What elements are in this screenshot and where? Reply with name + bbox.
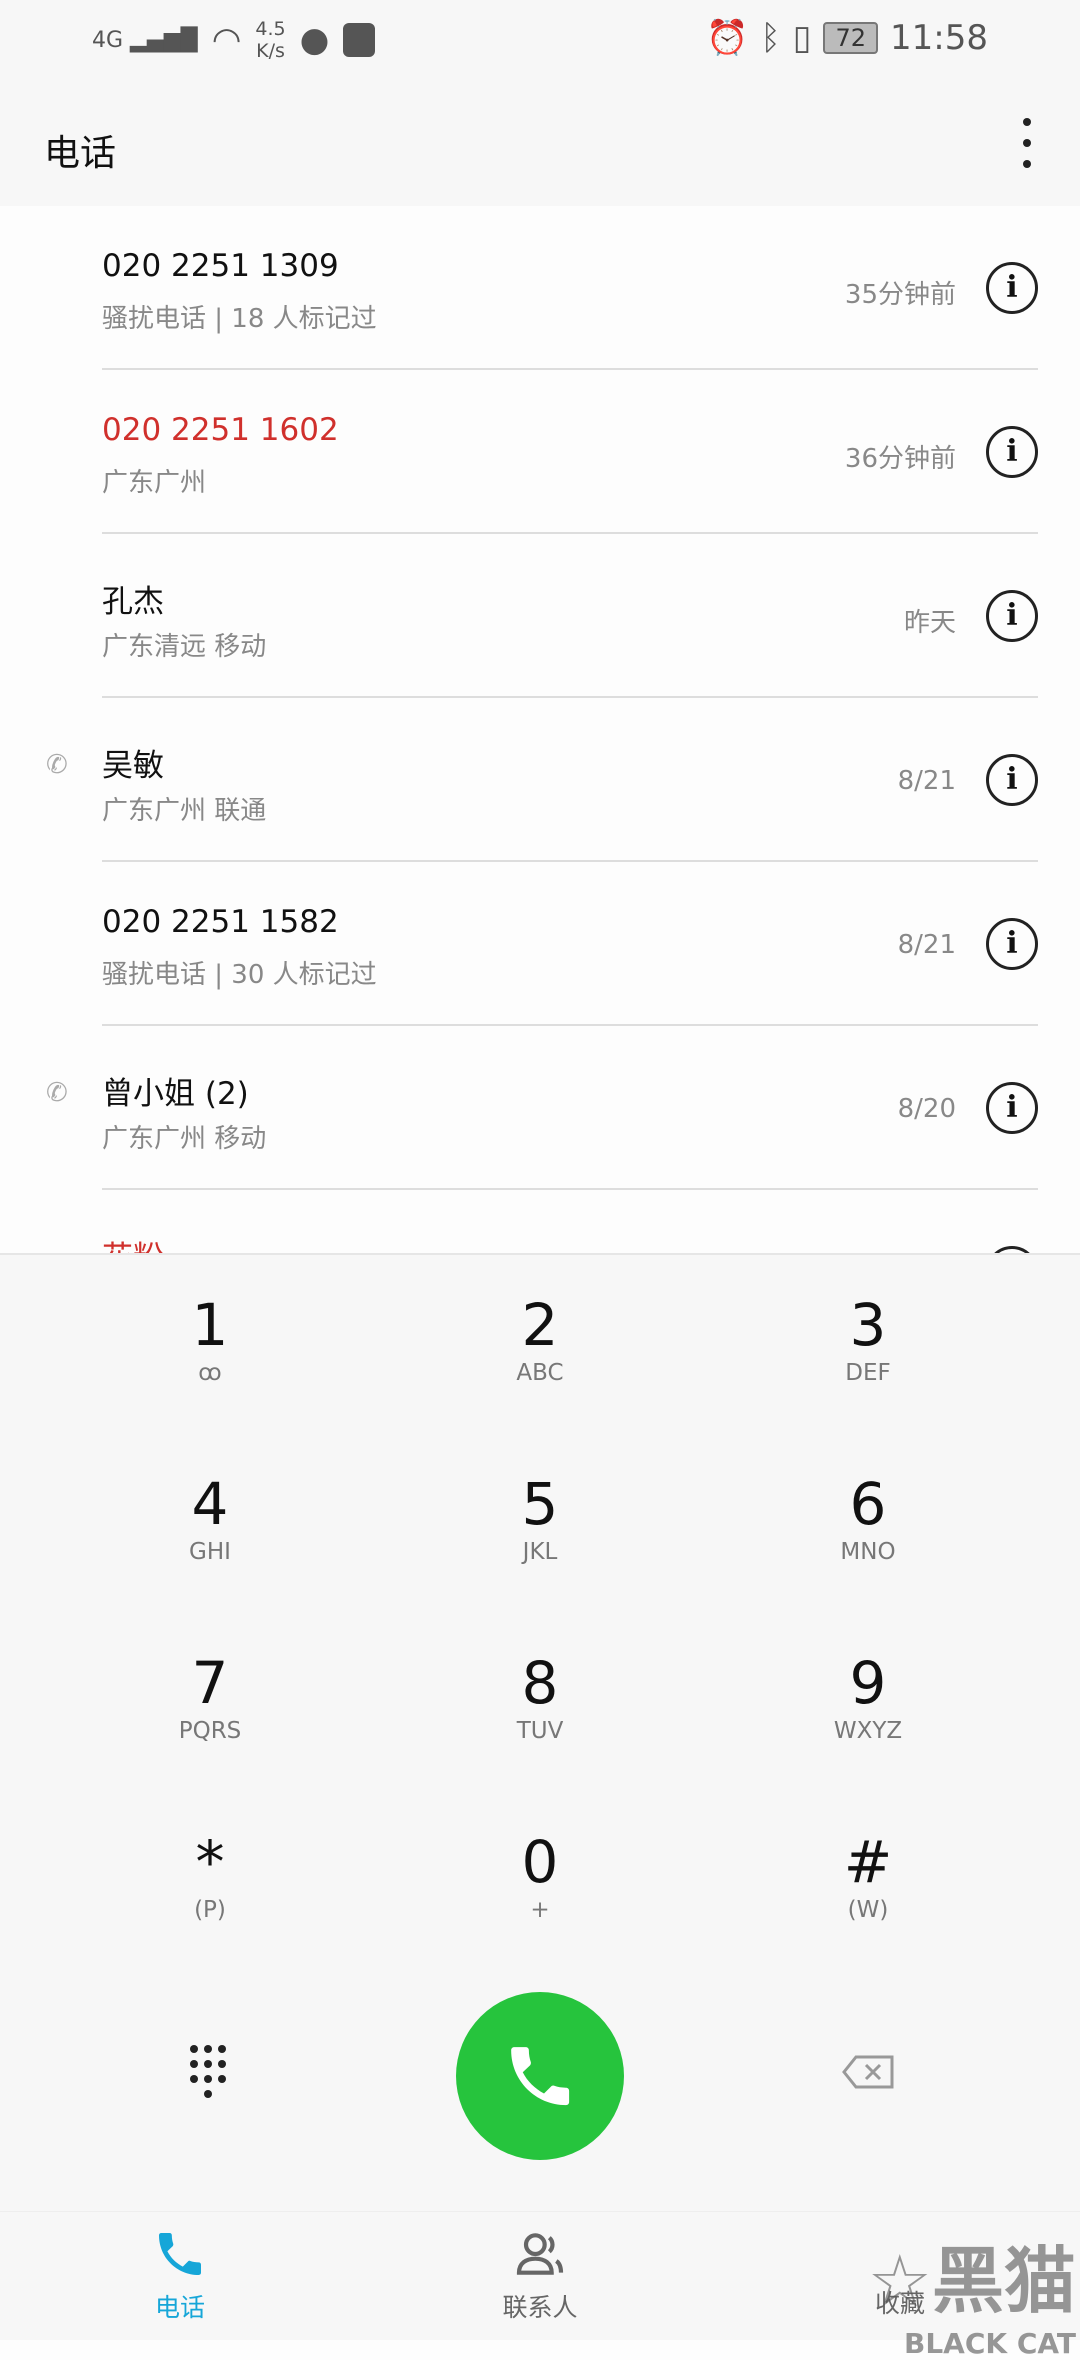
caller-detail: 骚扰电话 | 30 人标记过	[102, 960, 377, 990]
call-log-list[interactable]: 020 2251 1309 骚扰电话 | 18 人标记过 35分钟前 i 020 225…	[0, 206, 1080, 1253]
battery-icon: 72	[823, 22, 879, 54]
tab-contacts[interactable]: 联系人	[440, 2226, 640, 2324]
info-icon[interactable]: i	[986, 426, 1038, 478]
call-time: 8/21	[897, 766, 956, 796]
dial-key-*[interactable]: * (P)	[60, 1827, 360, 1997]
key-digit: 4	[191, 1470, 229, 1538]
watermark-logo: ☆黑猫 BLACK CAT	[867, 2239, 1076, 2360]
phone-icon	[511, 2047, 570, 2106]
info-icon[interactable]: i	[986, 590, 1038, 642]
tab-label: 联系人	[502, 2293, 578, 2322]
wechat-icon: ●	[299, 20, 330, 60]
call-log-item[interactable]: ✆ 吴敏广东广州 联通 8/21 i	[0, 698, 1080, 862]
key-digit: 3	[849, 1291, 887, 1359]
info-icon[interactable]: i	[986, 754, 1038, 806]
more-options-icon[interactable]	[1012, 118, 1042, 168]
contacts-icon	[516, 2233, 564, 2275]
caller-detail: 广东广州 移动	[102, 1124, 267, 1154]
bluetooth-icon: ᛒ	[760, 18, 781, 58]
call-time: 36分钟前	[844, 444, 956, 474]
caller-detail: 骚扰电话 | 18 人标记过	[102, 304, 377, 334]
key-letters: +	[530, 1897, 550, 1923]
key-digit: 5	[521, 1470, 559, 1538]
phone-icon	[159, 2233, 201, 2275]
alarm-icon: ⏰	[706, 18, 749, 58]
key-digit: *	[195, 1828, 225, 1896]
key-letters: TUV	[516, 1718, 564, 1744]
call-button[interactable]	[456, 1992, 624, 2160]
caller-name: 孔杰	[102, 584, 164, 620]
app-header: 电话	[0, 80, 1080, 206]
call-time: 昨天	[903, 608, 956, 638]
key-digit: 9	[849, 1649, 887, 1717]
dial-key-1[interactable]: 1ꝏ	[60, 1290, 360, 1460]
key-letters: MNO	[840, 1539, 896, 1565]
key-letters: (W)	[847, 1897, 889, 1923]
dial-key-7[interactable]: 7 PQRS	[60, 1648, 360, 1818]
key-digit: 0	[521, 1828, 559, 1896]
dial-key-3[interactable]: 3 DEF	[718, 1290, 1018, 1460]
key-letters: JKL	[522, 1539, 558, 1565]
outgoing-call-icon: ✆	[46, 750, 68, 780]
call-log-item[interactable]: 孔杰广东清远 移动 昨天 i	[0, 534, 1080, 698]
key-letters: DEF	[845, 1360, 891, 1386]
info-icon[interactable]: i	[986, 918, 1038, 970]
dialpad: 1 ꝏ 2 ABC 3 DEF 4 GHI 5 JKL 6 MNO 7 PQRS 8 TUV 9 WXYZ * (P)…	[0, 1253, 1080, 2211]
info-icon[interactable]: i	[986, 1246, 1038, 1253]
caller-detail: 广东广州	[102, 468, 207, 498]
dial-key-5[interactable]: 5 JKL	[390, 1469, 690, 1639]
key-letters: PQRS	[178, 1718, 242, 1744]
key-digit: 1	[191, 1291, 229, 1359]
tab-phone[interactable]: 电话	[80, 2226, 280, 2324]
key-letters: GHI	[189, 1539, 231, 1565]
dial-key-6[interactable]: 6 MNO	[718, 1469, 1018, 1639]
caller-detail: 广东广州 联通	[102, 796, 267, 826]
vibrate-icon: ▯	[792, 18, 812, 58]
tab-label: 电话	[154, 2293, 205, 2322]
wifi-icon: ◠	[211, 20, 242, 60]
call-log-item[interactable]: ✆ 曾小姐 (2) 广东广州 移动 8/20 i	[0, 1026, 1080, 1190]
backspace-icon[interactable]	[842, 2055, 894, 2089]
dial-key-2[interactable]: 2 ABC	[390, 1290, 690, 1460]
key-letters: ꝏ	[198, 1360, 222, 1386]
dial-key-#[interactable]: # (W)	[718, 1827, 1018, 1997]
key-letters: WXYZ	[833, 1718, 903, 1744]
signal-icon: 4G ▂▄▆█	[92, 27, 198, 53]
key-digit: 7	[191, 1649, 229, 1717]
dial-key-0[interactable]: 0 +	[390, 1827, 690, 1997]
call-log-item[interactable]: 020 2251 1309 骚扰电话 | 18 人标记过 35分钟前 i	[0, 206, 1080, 370]
dialpad-toggle-icon[interactable]	[190, 2045, 230, 2099]
caller-name: 吴敏	[102, 748, 164, 784]
page-title: 电话	[44, 133, 117, 174]
caller-name: 花粉	[102, 1232, 164, 1253]
call-time: 35分钟前	[844, 280, 956, 310]
dial-key-4[interactable]: 4 GHI	[60, 1469, 360, 1639]
call-log-item[interactable]: 花粉 i	[0, 1190, 1080, 1253]
app-notification-icon	[343, 23, 376, 57]
info-icon[interactable]: i	[986, 262, 1038, 314]
caller-name: 020 2251 1582	[102, 904, 339, 940]
status-bar: 4G ▂▄▆█ ◠ 4.5 K/s ● ⏰ ᛒ ▯ 72 11:58	[0, 0, 1080, 80]
key-letters: ABC	[516, 1360, 564, 1386]
call-time: 8/20	[897, 1094, 956, 1124]
caller-name: 020 2251 1602	[102, 412, 339, 448]
dial-key-8[interactable]: 8 TUV	[390, 1648, 690, 1818]
caller-name: 曾小姐 (2)	[102, 1076, 249, 1112]
caller-detail: 广东清远 移动	[102, 632, 267, 662]
call-log-item[interactable]: 020 2251 1582 骚扰电话 | 30 人标记过 8/21 i	[0, 862, 1080, 1026]
dial-key-9[interactable]: 9 WXYZ	[718, 1648, 1018, 1818]
call-time: 8/21	[897, 930, 956, 960]
clock: 11:58	[890, 18, 988, 58]
outgoing-call-icon: ✆	[46, 1078, 68, 1108]
caller-name: 020 2251 1309	[102, 248, 339, 284]
info-icon[interactable]: i	[986, 1082, 1038, 1134]
key-letters: (P)	[194, 1897, 226, 1923]
call-log-item[interactable]: 020 2251 1602 广东广州 36分钟前 i	[0, 370, 1080, 534]
key-digit: 8	[521, 1649, 559, 1717]
network-speed: 4.5 K/s	[255, 18, 286, 62]
key-digit: 2	[521, 1291, 559, 1359]
key-digit: #	[843, 1828, 893, 1896]
key-digit: 6	[849, 1470, 887, 1538]
